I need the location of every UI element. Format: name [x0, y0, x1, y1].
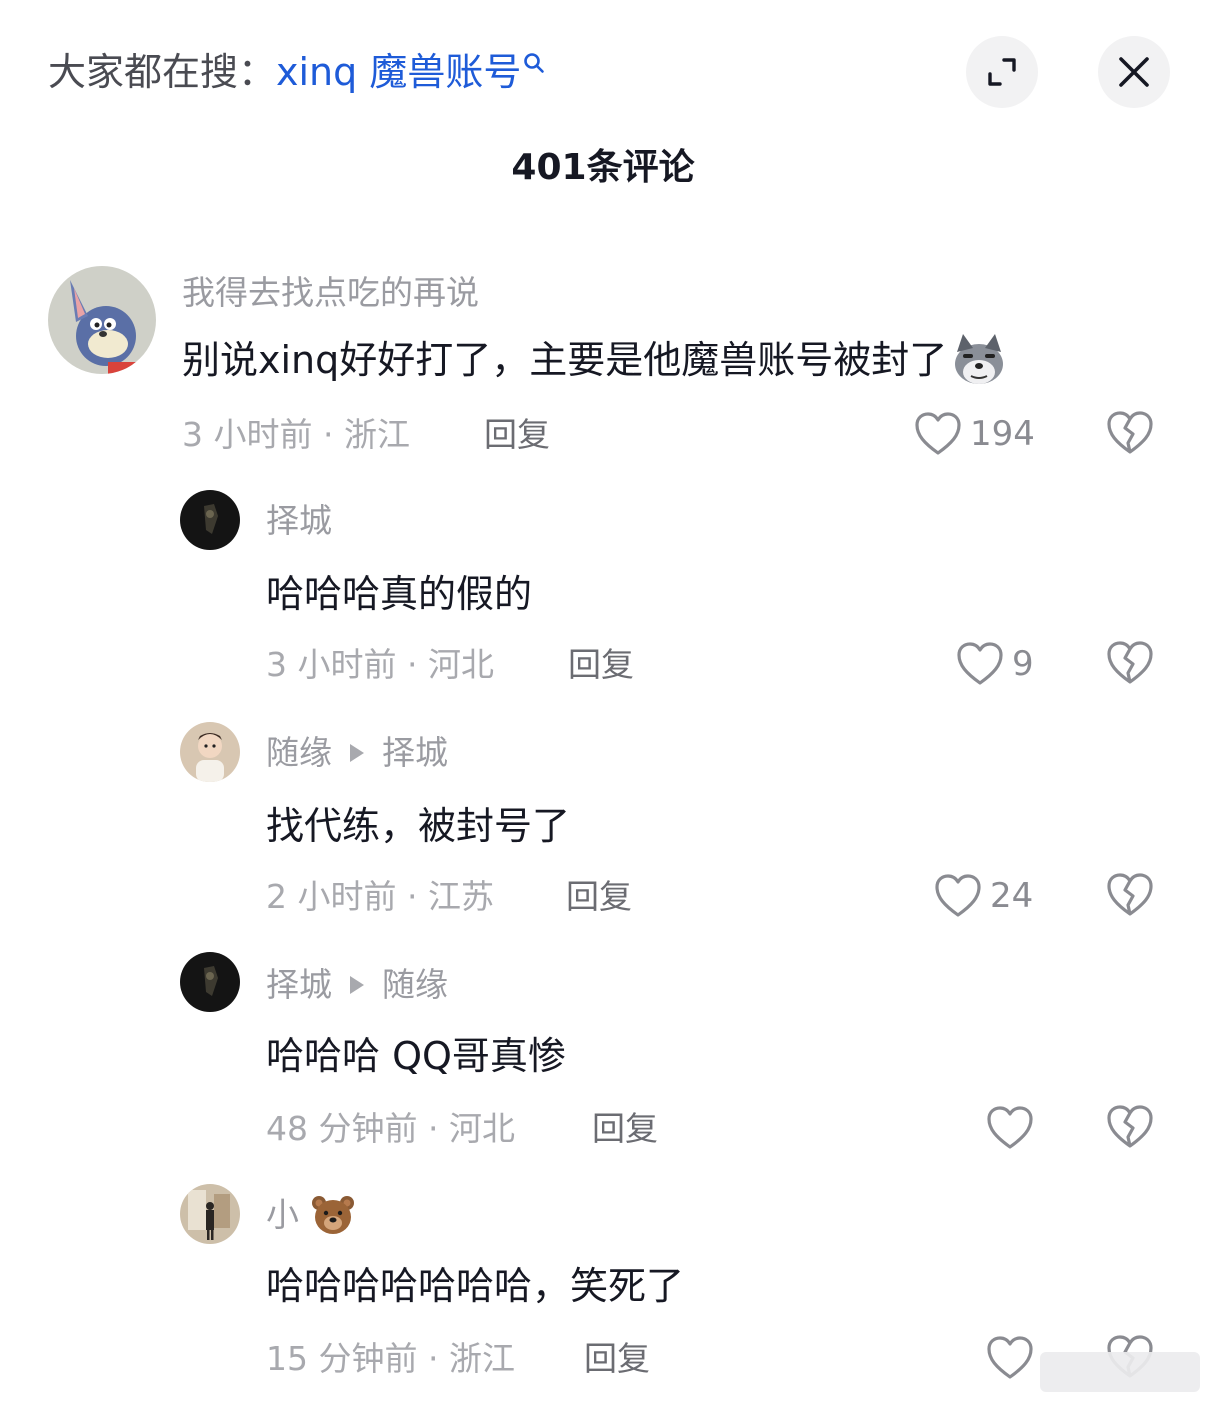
avatar[interactable]: [180, 1184, 240, 1244]
like-count: 24: [990, 876, 1034, 916]
like-button[interactable]: [986, 1334, 1034, 1382]
reply-item: 随缘 择城 找代练，被封号了 2 小时前 · 江苏 回复 24: [0, 722, 1206, 932]
search-icon: [523, 52, 545, 74]
reply-target[interactable]: 择城: [382, 730, 448, 776]
dislike-button[interactable]: [1106, 410, 1154, 458]
reply-author[interactable]: 择城: [266, 962, 332, 1008]
reply-button[interactable]: 回复: [484, 412, 550, 458]
reply-item: 择城 哈哈哈真的假的 3 小时前 · 河北 回复 9: [0, 490, 1206, 700]
comment-username[interactable]: 我得去找点吃的再说: [182, 270, 479, 316]
heart-icon: [957, 642, 1003, 685]
like-button[interactable]: [986, 1104, 1034, 1152]
reply-item: 小 哈哈哈哈哈哈哈，笑死了 15 分钟前 · 浙江 回复: [0, 1184, 1206, 1394]
like-button[interactable]: 194: [914, 410, 1035, 458]
comment-meta: 3 小时前 · 河北: [266, 645, 494, 684]
avatar[interactable]: [180, 490, 240, 550]
comments-sheet: 大家都在搜：xinq 魔兽账号 401条评论 我得去找点吃的再说 别说xinq好…: [0, 0, 1206, 1402]
search-suggestion[interactable]: 大家都在搜：xinq 魔兽账号: [48, 46, 545, 98]
like-button[interactable]: 9: [956, 640, 1034, 688]
broken-heart-icon: [1107, 641, 1153, 684]
dislike-button[interactable]: [1106, 1104, 1154, 1152]
comment-username: 择城 随缘: [266, 962, 448, 1008]
broken-heart-icon: [1107, 411, 1153, 454]
reply-button[interactable]: 回复: [568, 642, 634, 688]
broken-heart-icon: [1107, 873, 1153, 916]
top-bar: 大家都在搜：xinq 魔兽账号: [0, 0, 1206, 140]
comment-text: 哈哈哈 QQ哥真惨: [266, 1034, 566, 1078]
reply-author[interactable]: 随缘: [266, 730, 332, 776]
expand-icon: [988, 58, 1016, 86]
close-icon: [1119, 57, 1149, 87]
comment-meta: 15 分钟前 · 浙江: [266, 1339, 515, 1378]
avatar[interactable]: [48, 266, 156, 374]
reply-author[interactable]: 小: [266, 1192, 299, 1238]
comment-item: 我得去找点吃的再说 别说xinq好好打了，主要是他魔兽账号被封了 3 小时前 ·…: [0, 266, 1206, 466]
bear-face-emoji: [311, 1195, 355, 1235]
broken-heart-icon: [1107, 1105, 1153, 1148]
expand-button[interactable]: [966, 36, 1038, 108]
reply-button[interactable]: 回复: [584, 1336, 650, 1382]
dislike-button[interactable]: [1106, 872, 1154, 920]
like-button[interactable]: 24: [934, 872, 1033, 920]
watermark-overlay: [1040, 1352, 1200, 1392]
dislike-button[interactable]: [1106, 640, 1154, 688]
reply-button[interactable]: 回复: [566, 874, 632, 920]
heart-icon: [987, 1106, 1033, 1149]
heart-icon: [987, 1336, 1033, 1379]
comment-text-body: 别说xinq好好打了，主要是他魔兽账号被封了: [182, 338, 948, 382]
heart-icon: [915, 412, 961, 455]
search-term-link[interactable]: xinq 魔兽账号: [276, 50, 521, 94]
comment-text: 哈哈哈哈哈哈哈，笑死了: [266, 1264, 685, 1308]
comment-meta: 48 分钟前 · 河北: [266, 1109, 515, 1148]
reply-arrow-icon: [350, 744, 364, 762]
comment-text: 找代练，被封号了: [266, 804, 571, 848]
comment-text: 哈哈哈真的假的: [266, 572, 533, 616]
comment-username: 小: [266, 1192, 355, 1238]
reply-target[interactable]: 随缘: [382, 962, 448, 1008]
doge-wolf-emoji: [951, 332, 1007, 388]
reply-item: 择城 随缘 哈哈哈 QQ哥真惨 48 分钟前 · 河北 回复: [0, 952, 1206, 1162]
like-count: 9: [1012, 644, 1034, 684]
like-count: 194: [970, 414, 1035, 454]
avatar[interactable]: [180, 952, 240, 1012]
comment-text: 别说xinq好好打了，主要是他魔兽账号被封了: [182, 332, 1007, 388]
comment-meta: 3 小时前 · 浙江: [182, 415, 410, 454]
comment-meta: 2 小时前 · 江苏: [266, 877, 494, 916]
comment-username: 随缘 择城: [266, 730, 448, 776]
search-prefix: 大家都在搜：: [48, 50, 277, 94]
heart-icon: [935, 874, 981, 917]
avatar[interactable]: [180, 722, 240, 782]
reply-button[interactable]: 回复: [592, 1106, 658, 1152]
comment-count-title: 401条评论: [511, 147, 695, 188]
reply-arrow-icon: [350, 976, 364, 994]
comment-username[interactable]: 择城: [266, 498, 332, 544]
close-button[interactable]: [1098, 36, 1170, 108]
